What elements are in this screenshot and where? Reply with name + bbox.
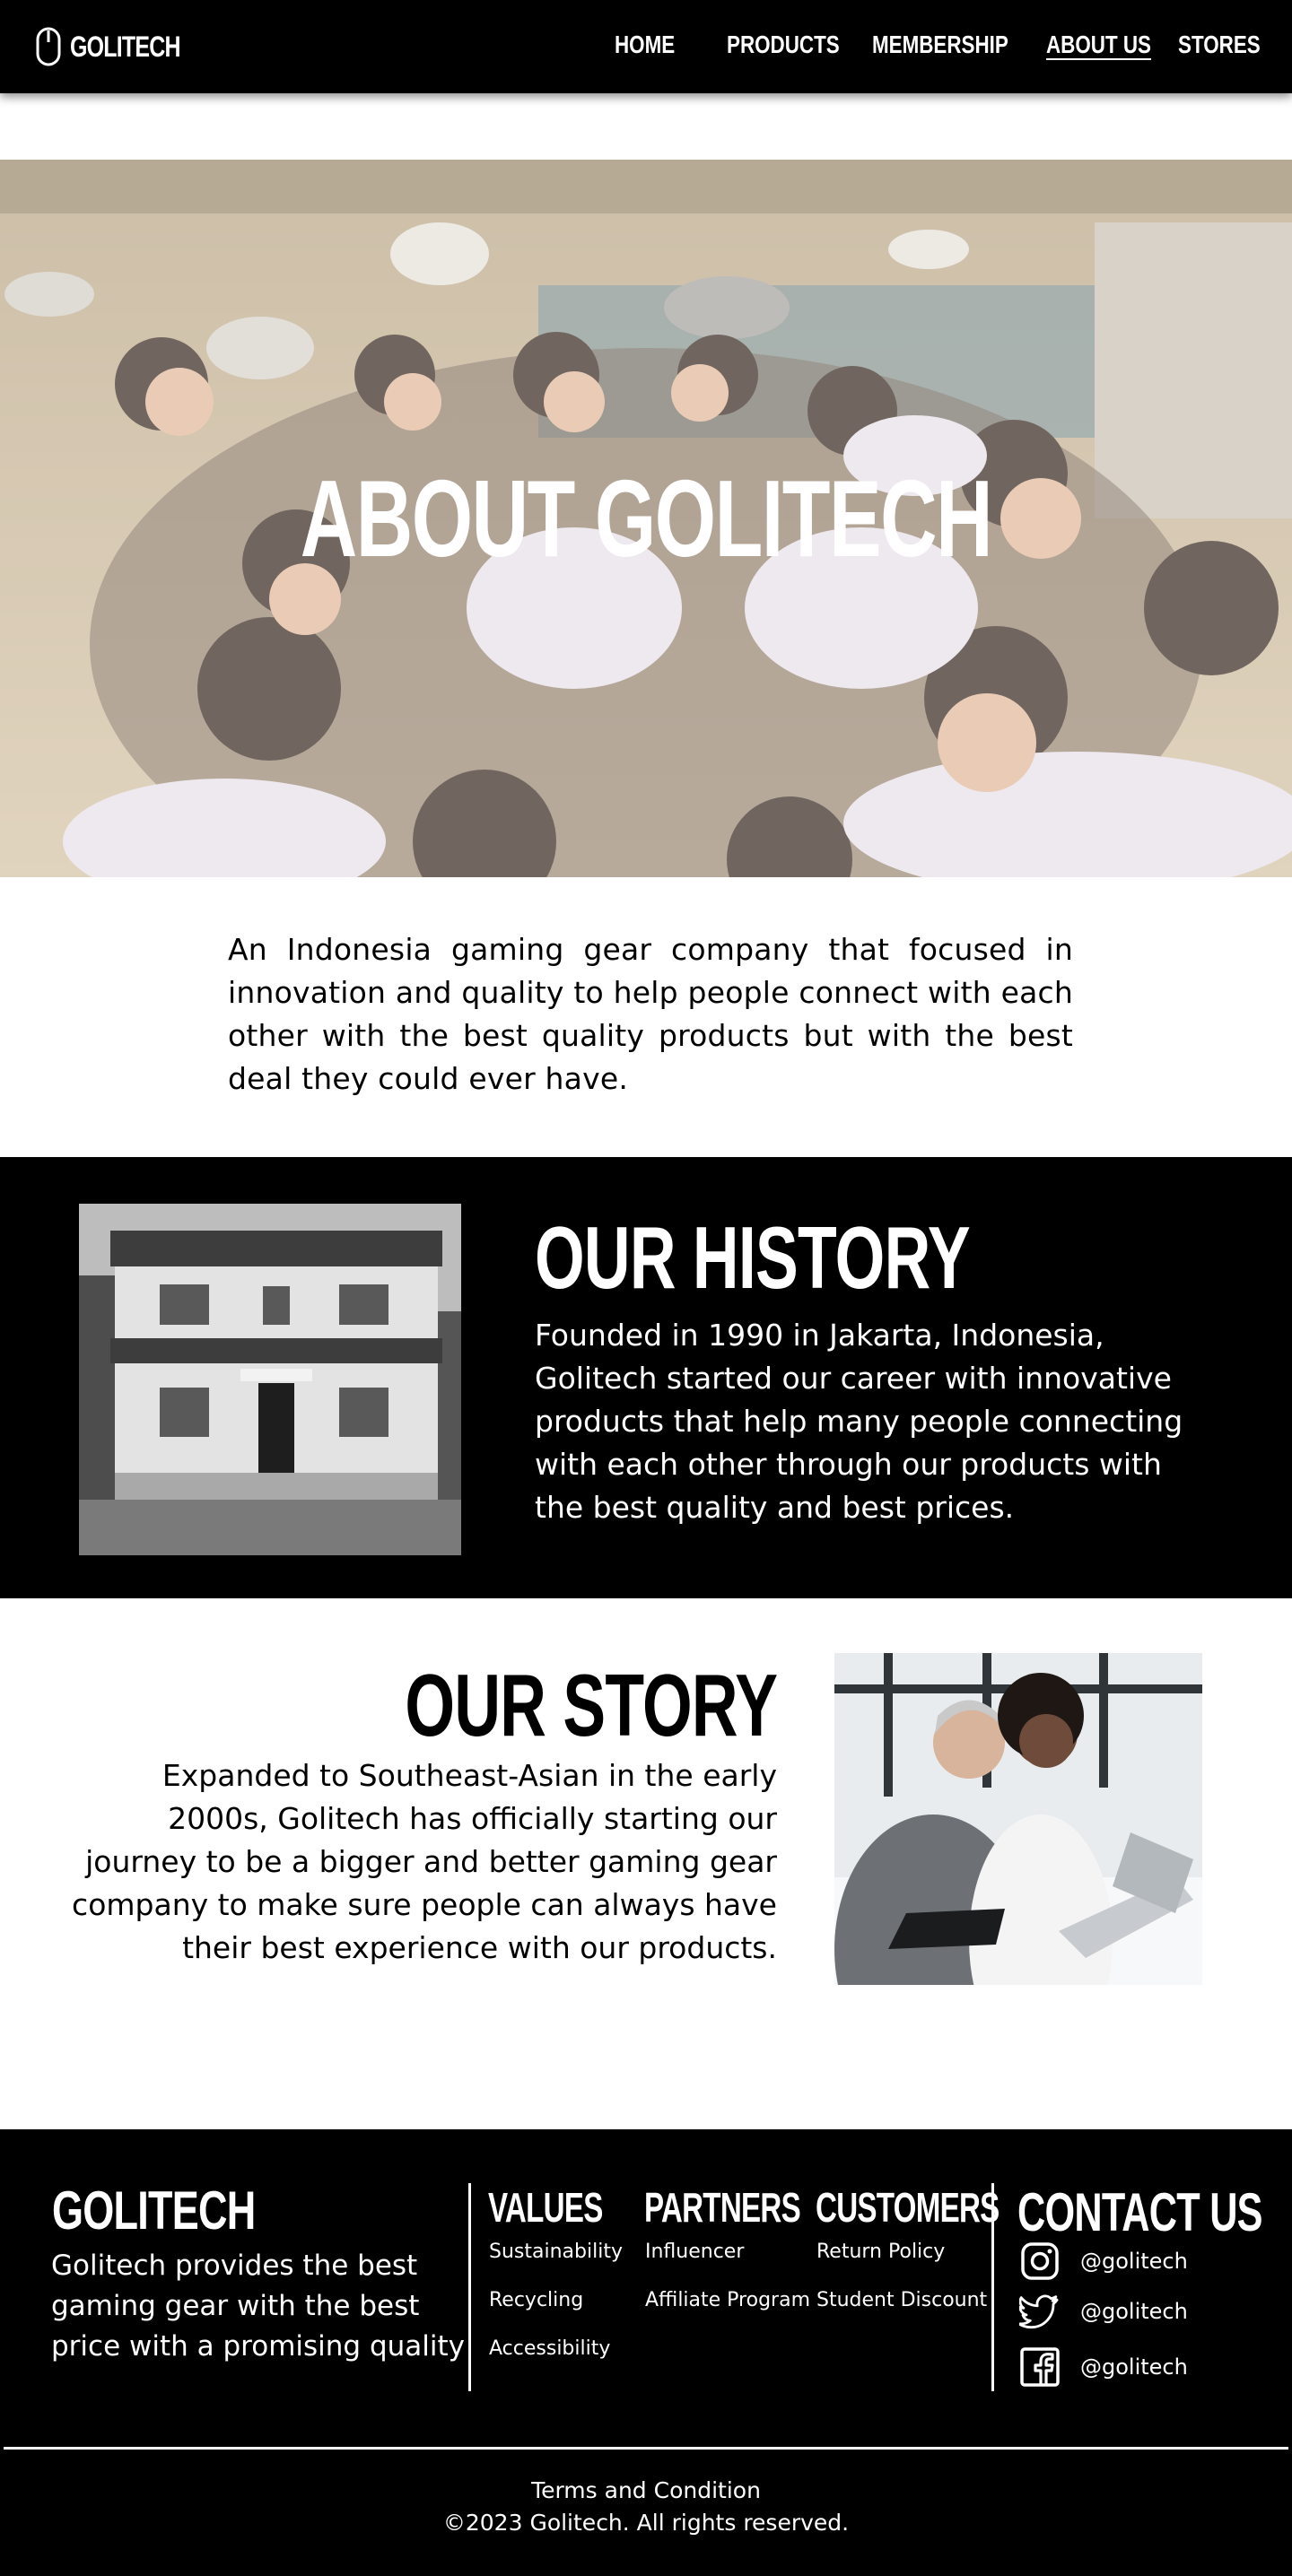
footer-link-influencer[interactable]: Influencer — [645, 2241, 744, 2263]
hero-title: ABOUT GOLITECH — [300, 457, 993, 579]
footer-link-affiliate-program[interactable]: Affiliate Program — [645, 2289, 810, 2311]
footer-link-recycling[interactable]: Recycling — [489, 2289, 583, 2311]
intro-text: An Indonesia gaming gear company that fo… — [228, 932, 1073, 1096]
contact-handle: @golitech — [1080, 2299, 1188, 2324]
footer-customers-title: CUSTOMERS — [816, 2184, 1000, 2231]
navbar: GOLITECH HOME PRODUCTS MEMBERSHIP ABOUT … — [0, 0, 1292, 93]
contact-instagram[interactable]: @golitech — [1019, 2241, 1188, 2282]
footer-link-return-policy[interactable]: Return Policy — [816, 2241, 945, 2263]
old-building-photo — [79, 1204, 461, 1555]
hero-banner: ABOUT GOLITECH — [0, 160, 1292, 877]
footer-link-accessibility[interactable]: Accessibility — [489, 2337, 610, 2360]
facebook-icon — [1020, 2347, 1060, 2387]
mouse-icon — [36, 27, 61, 66]
footer-values-title: VALUES — [488, 2184, 603, 2231]
story-title: OUR STORY — [405, 1656, 778, 1754]
footer-divider — [468, 2183, 471, 2391]
nav-products[interactable]: PRODUCTS — [727, 30, 840, 59]
footer-brand-title: GOLITECH — [52, 2180, 256, 2241]
contact-facebook[interactable]: @golitech — [1019, 2346, 1188, 2388]
footer-partners-title: PARTNERS — [644, 2184, 801, 2231]
history-section: OUR HISTORY Founded in 1990 in Jakarta, … — [0, 1157, 1292, 1598]
brand-logo[interactable]: GOLITECH — [36, 27, 211, 66]
twitter-icon — [1019, 2294, 1059, 2329]
history-title: OUR HISTORY — [535, 1208, 971, 1307]
footer: GOLITECH Golitech provides the best gami… — [0, 2129, 1292, 2576]
footer-contact-title: CONTACT US — [1017, 2182, 1262, 2242]
instagram-icon — [1021, 2242, 1059, 2280]
footer-link-student-discount[interactable]: Student Discount — [816, 2289, 987, 2311]
brand-name: GOLITECH — [70, 30, 180, 63]
contact-handle: @golitech — [1080, 2249, 1188, 2274]
nav-membership[interactable]: MEMBERSHIP — [872, 30, 1008, 59]
footer-link-sustainability[interactable]: Sustainability — [489, 2241, 623, 2263]
footer-separator — [4, 2447, 1288, 2450]
copyright-text: ©2023 Golitech. All rights reserved. — [442, 2510, 850, 2536]
nav-home[interactable]: HOME — [615, 30, 675, 59]
contact-handle: @golitech — [1080, 2354, 1188, 2380]
footer-divider — [991, 2183, 994, 2391]
story-text: Expanded to Southeast-Asian in the early… — [72, 1758, 777, 1965]
nav-about-us[interactable]: ABOUT US — [1046, 30, 1151, 59]
terms-link[interactable]: Terms and Condition — [0, 2477, 1292, 2503]
history-text: Founded in 1990 in Jakarta, Indonesia, G… — [535, 1318, 1183, 1525]
two-people-at-laptop-photo — [834, 1653, 1202, 1985]
contact-twitter[interactable]: @golitech — [1019, 2291, 1188, 2332]
footer-brand-text: Golitech provides the best gaming gear w… — [51, 2250, 465, 2363]
nav-stores[interactable]: STORES — [1178, 30, 1261, 59]
